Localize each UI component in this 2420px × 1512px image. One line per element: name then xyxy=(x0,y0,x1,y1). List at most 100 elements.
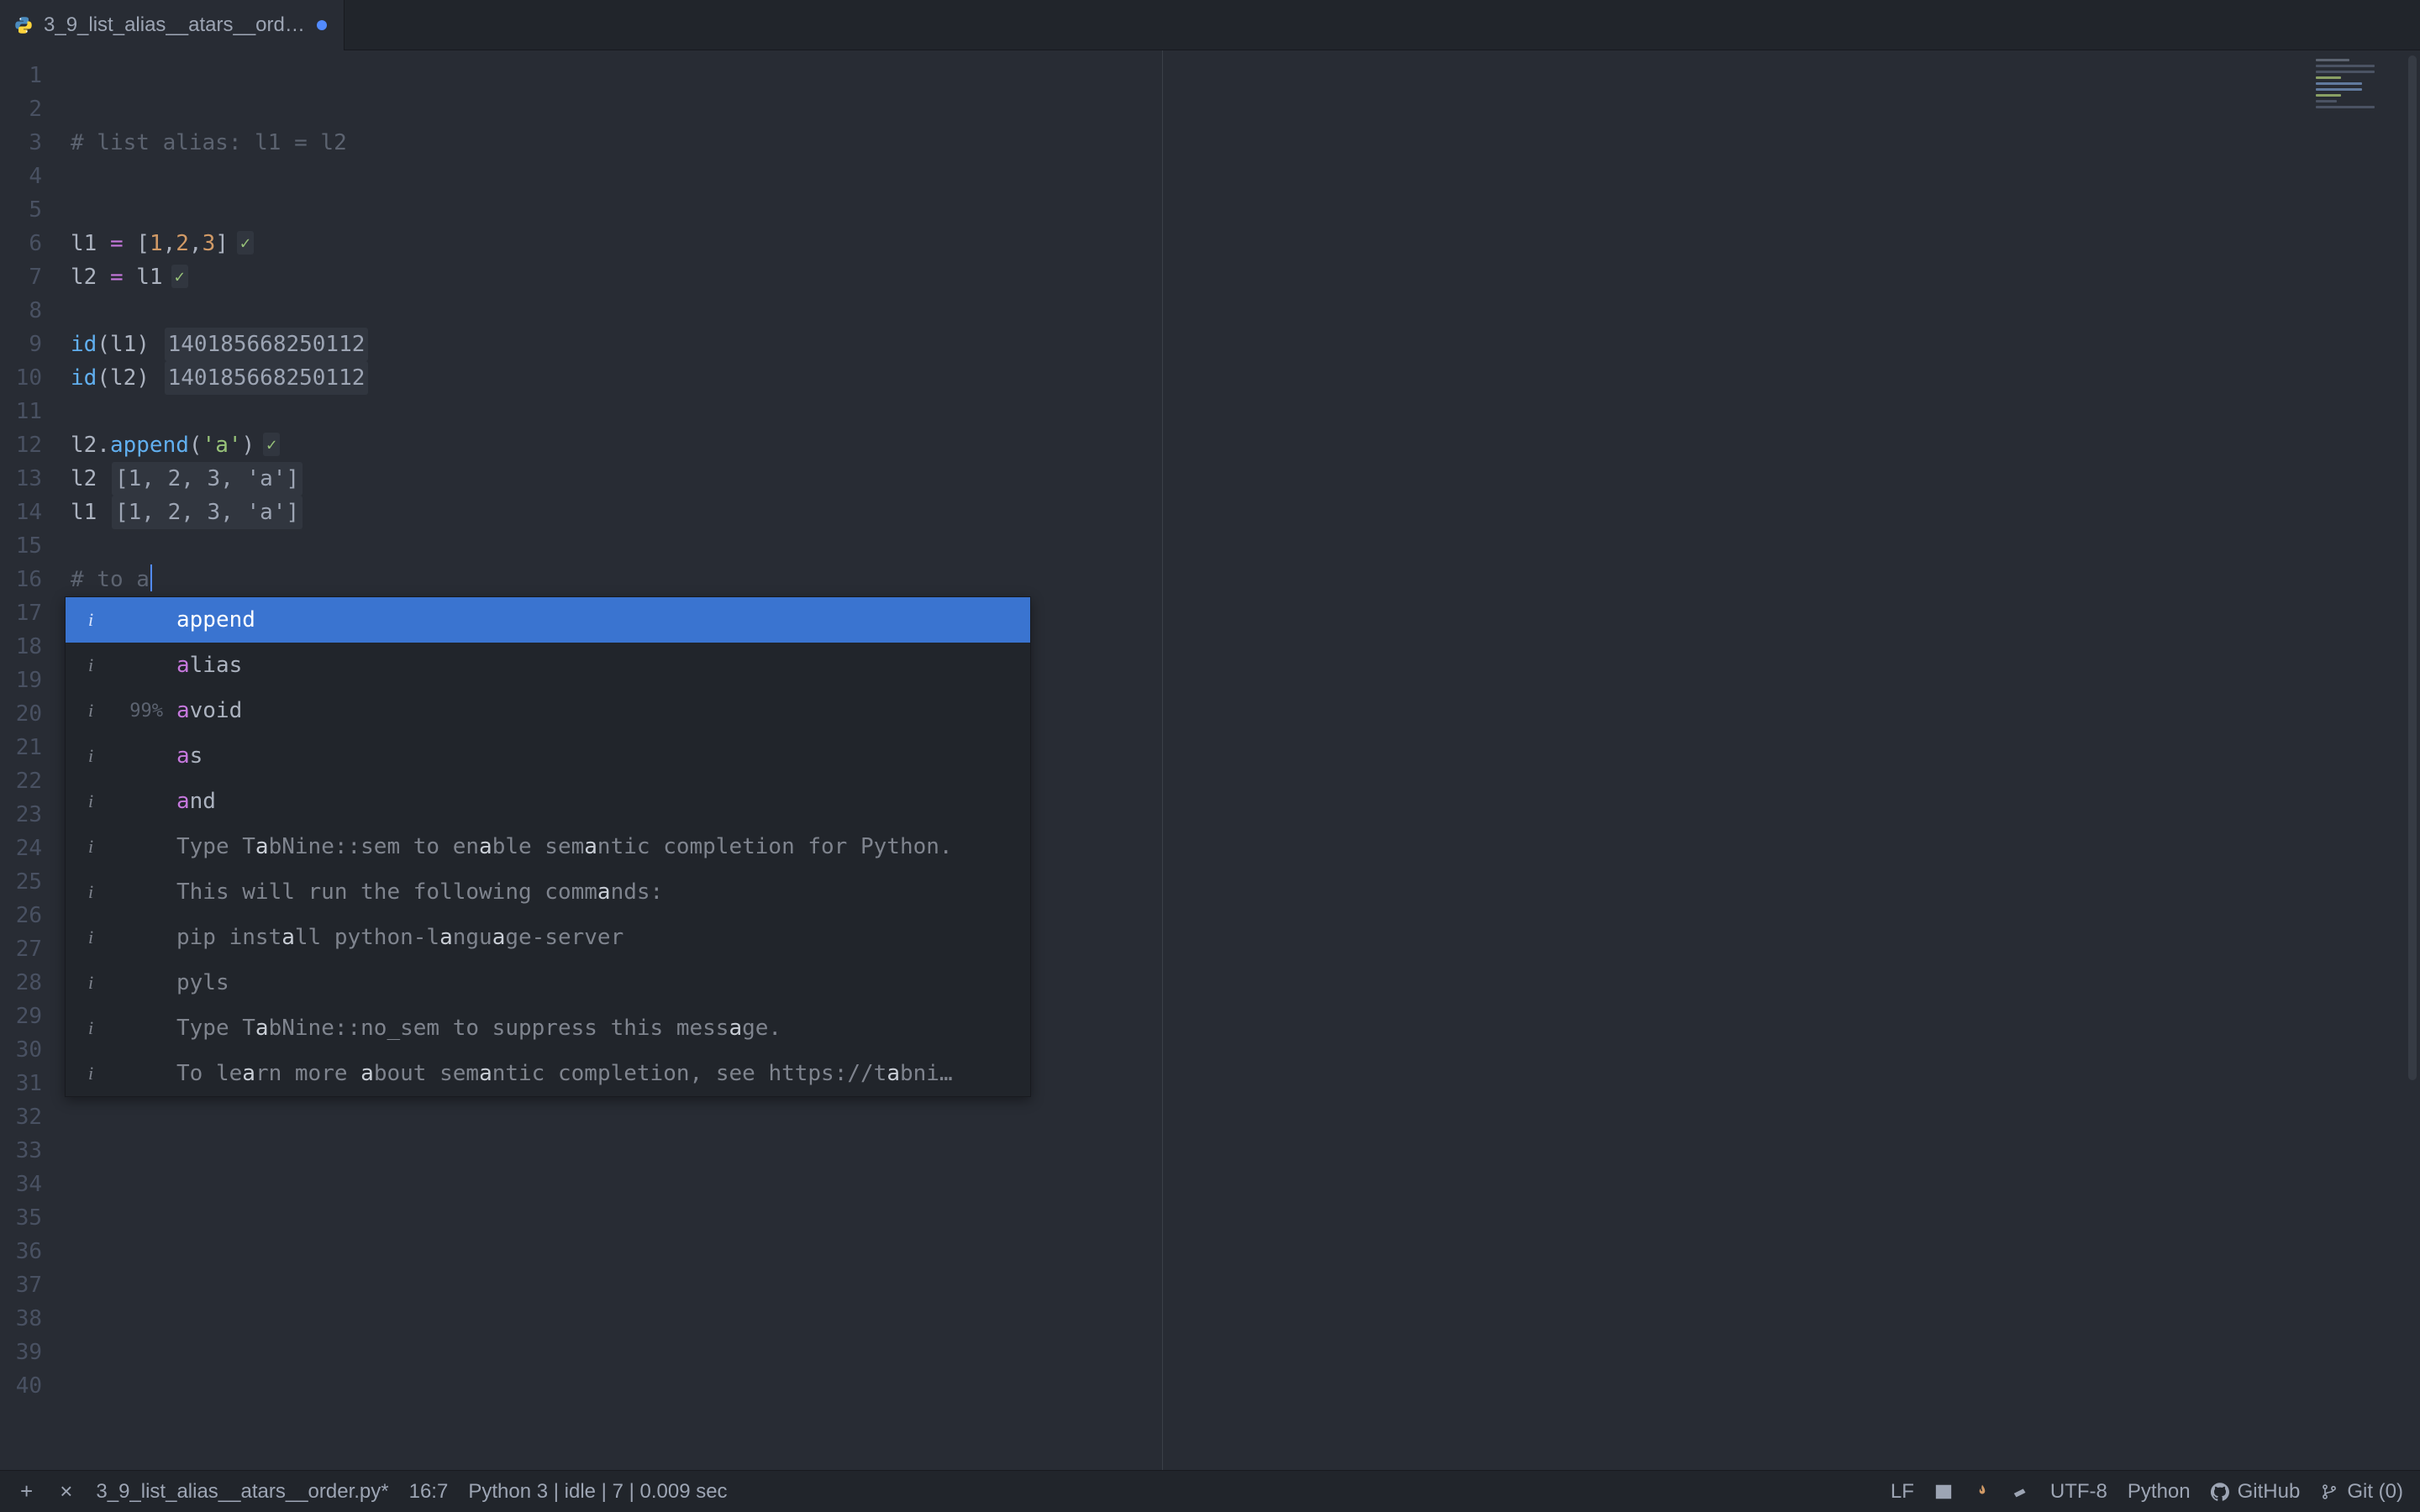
inline-result[interactable]: 140185668250112 xyxy=(165,328,369,361)
autocomplete-doc-line: ipip install python-language-server xyxy=(66,915,1030,960)
hydrogen-ok-icon: ✓ xyxy=(237,231,254,255)
line-number: 21 xyxy=(0,731,57,764)
editor-tab[interactable]: 3_9_list_alias__atars__ord… xyxy=(0,0,345,50)
completion-kind-icon: i xyxy=(79,654,103,676)
status-encoding[interactable]: UTF-8 xyxy=(2050,1480,2107,1504)
line-number: 31 xyxy=(0,1067,57,1100)
code-line xyxy=(57,1201,2420,1235)
code-line: # to a xyxy=(57,563,2420,596)
completion-doc-text: pyls xyxy=(176,970,229,995)
completion-kind-icon: i xyxy=(79,745,103,767)
code-line xyxy=(57,1268,2420,1302)
autocomplete-popup[interactable]: iappendialiasi99%avoidiasiandiType TabNi… xyxy=(65,596,1031,1097)
code-line xyxy=(57,1302,2420,1336)
terminal-icon[interactable] xyxy=(1934,1483,1953,1501)
github-icon xyxy=(2211,1483,2229,1501)
inline-result[interactable]: 140185668250112 xyxy=(165,361,369,395)
completion-label: append xyxy=(176,607,255,633)
editor: 1234567891011121314151617181920212223242… xyxy=(0,50,2420,1470)
code-line xyxy=(57,59,2420,92)
line-number: 27 xyxy=(0,932,57,966)
line-number: 38 xyxy=(0,1302,57,1336)
hydrogen-ok-icon: ✓ xyxy=(171,265,188,288)
line-number: 22 xyxy=(0,764,57,798)
autocomplete-item[interactable]: i as xyxy=(66,733,1030,779)
completion-label: as xyxy=(176,743,203,769)
status-github[interactable]: GitHub xyxy=(2211,1480,2301,1504)
line-number: 19 xyxy=(0,664,57,697)
line-number: 9 xyxy=(0,328,57,361)
autocomplete-doc-line: iThis will run the following commands: xyxy=(66,869,1030,915)
autocomplete-item[interactable]: iand xyxy=(66,779,1030,824)
line-number: 6 xyxy=(0,227,57,260)
line-number: 36 xyxy=(0,1235,57,1268)
completion-kind-icon: i xyxy=(79,790,103,812)
line-number: 33 xyxy=(0,1134,57,1168)
code-line: # list alias: l1 = l2 xyxy=(57,126,2420,160)
code-line xyxy=(57,1235,2420,1268)
line-number: 34 xyxy=(0,1168,57,1201)
code-line: l2 = l1✓ xyxy=(57,260,2420,294)
status-cursor-pos[interactable]: 16:7 xyxy=(409,1480,449,1504)
line-number: 40 xyxy=(0,1369,57,1403)
autocomplete-doc-line: iTo learn more about semantic completion… xyxy=(66,1051,1030,1096)
completion-kind-icon: i xyxy=(79,1017,103,1039)
completion-doc-text: pip install python-language-server xyxy=(176,925,623,950)
line-number: 18 xyxy=(0,630,57,664)
code-line: l2.append('a')✓ xyxy=(57,428,2420,462)
completion-doc-text: To learn more about semantic completion,… xyxy=(176,1061,953,1086)
scrollbar[interactable] xyxy=(2405,50,2420,1470)
code-line: l1 = [1,2,3]✓ xyxy=(57,227,2420,260)
completion-confidence: 99% xyxy=(116,701,163,722)
code-line xyxy=(57,92,2420,126)
line-number: 15 xyxy=(0,529,57,563)
tab-bar: 3_9_list_alias__atars__ord… xyxy=(0,0,2420,50)
python-file-icon xyxy=(13,15,34,35)
flame-icon[interactable] xyxy=(1973,1483,1991,1501)
code-area[interactable]: # list alias: l1 = l2 l1 = [1,2,3]✓ l2 =… xyxy=(57,50,2420,1470)
modified-dot-icon xyxy=(317,20,327,30)
code-line: l1 [1, 2, 3, 'a'] xyxy=(57,496,2420,529)
line-number: 11 xyxy=(0,395,57,428)
line-number: 16 xyxy=(0,563,57,596)
line-number: 37 xyxy=(0,1268,57,1302)
status-kernel[interactable]: Python 3 | idle | 7 | 0.009 sec xyxy=(468,1480,727,1504)
autocomplete-item[interactable]: i append xyxy=(66,597,1030,643)
status-filepath[interactable]: 3_9_list_alias__atars__order.py* xyxy=(96,1480,388,1504)
close-button[interactable]: × xyxy=(56,1478,76,1504)
inline-result[interactable]: [1, 2, 3, 'a'] xyxy=(112,496,302,529)
status-language[interactable]: Python xyxy=(2128,1480,2191,1504)
hydrogen-ok-icon: ✓ xyxy=(263,433,280,456)
line-number: 25 xyxy=(0,865,57,899)
completion-kind-icon: i xyxy=(79,609,103,631)
line-number: 1 xyxy=(0,59,57,92)
line-number: 28 xyxy=(0,966,57,1000)
code-line xyxy=(57,1369,2420,1403)
completion-doc-text: This will run the following commands: xyxy=(176,879,663,905)
status-line-ending[interactable]: LF xyxy=(1891,1480,1914,1504)
line-number: 24 xyxy=(0,832,57,865)
code-line: l2 [1, 2, 3, 'a'] xyxy=(57,462,2420,496)
line-number: 30 xyxy=(0,1033,57,1067)
line-number: 26 xyxy=(0,899,57,932)
completion-kind-icon: i xyxy=(79,836,103,858)
code-line xyxy=(57,193,2420,227)
completion-kind-icon: i xyxy=(79,700,103,722)
code-line xyxy=(57,1168,2420,1201)
line-number: 4 xyxy=(0,160,57,193)
line-number: 13 xyxy=(0,462,57,496)
autocomplete-item[interactable]: ialias xyxy=(66,643,1030,688)
inline-result[interactable]: [1, 2, 3, 'a'] xyxy=(112,462,302,496)
line-number: 39 xyxy=(0,1336,57,1369)
code-line xyxy=(57,1134,2420,1168)
autocomplete-item[interactable]: i99%avoid xyxy=(66,688,1030,733)
autocomplete-doc-line: iType TabNine::no_sem to suppress this m… xyxy=(66,1005,1030,1051)
line-number: 35 xyxy=(0,1201,57,1235)
new-file-button[interactable]: + xyxy=(17,1478,36,1504)
telescope-icon[interactable] xyxy=(2012,1483,2030,1501)
status-git[interactable]: Git (0) xyxy=(2320,1480,2403,1504)
line-number: 23 xyxy=(0,798,57,832)
gutter: 1234567891011121314151617181920212223242… xyxy=(0,50,57,1470)
minimap[interactable] xyxy=(2311,50,2403,1470)
tab-title: 3_9_list_alias__atars__ord… xyxy=(44,13,305,37)
